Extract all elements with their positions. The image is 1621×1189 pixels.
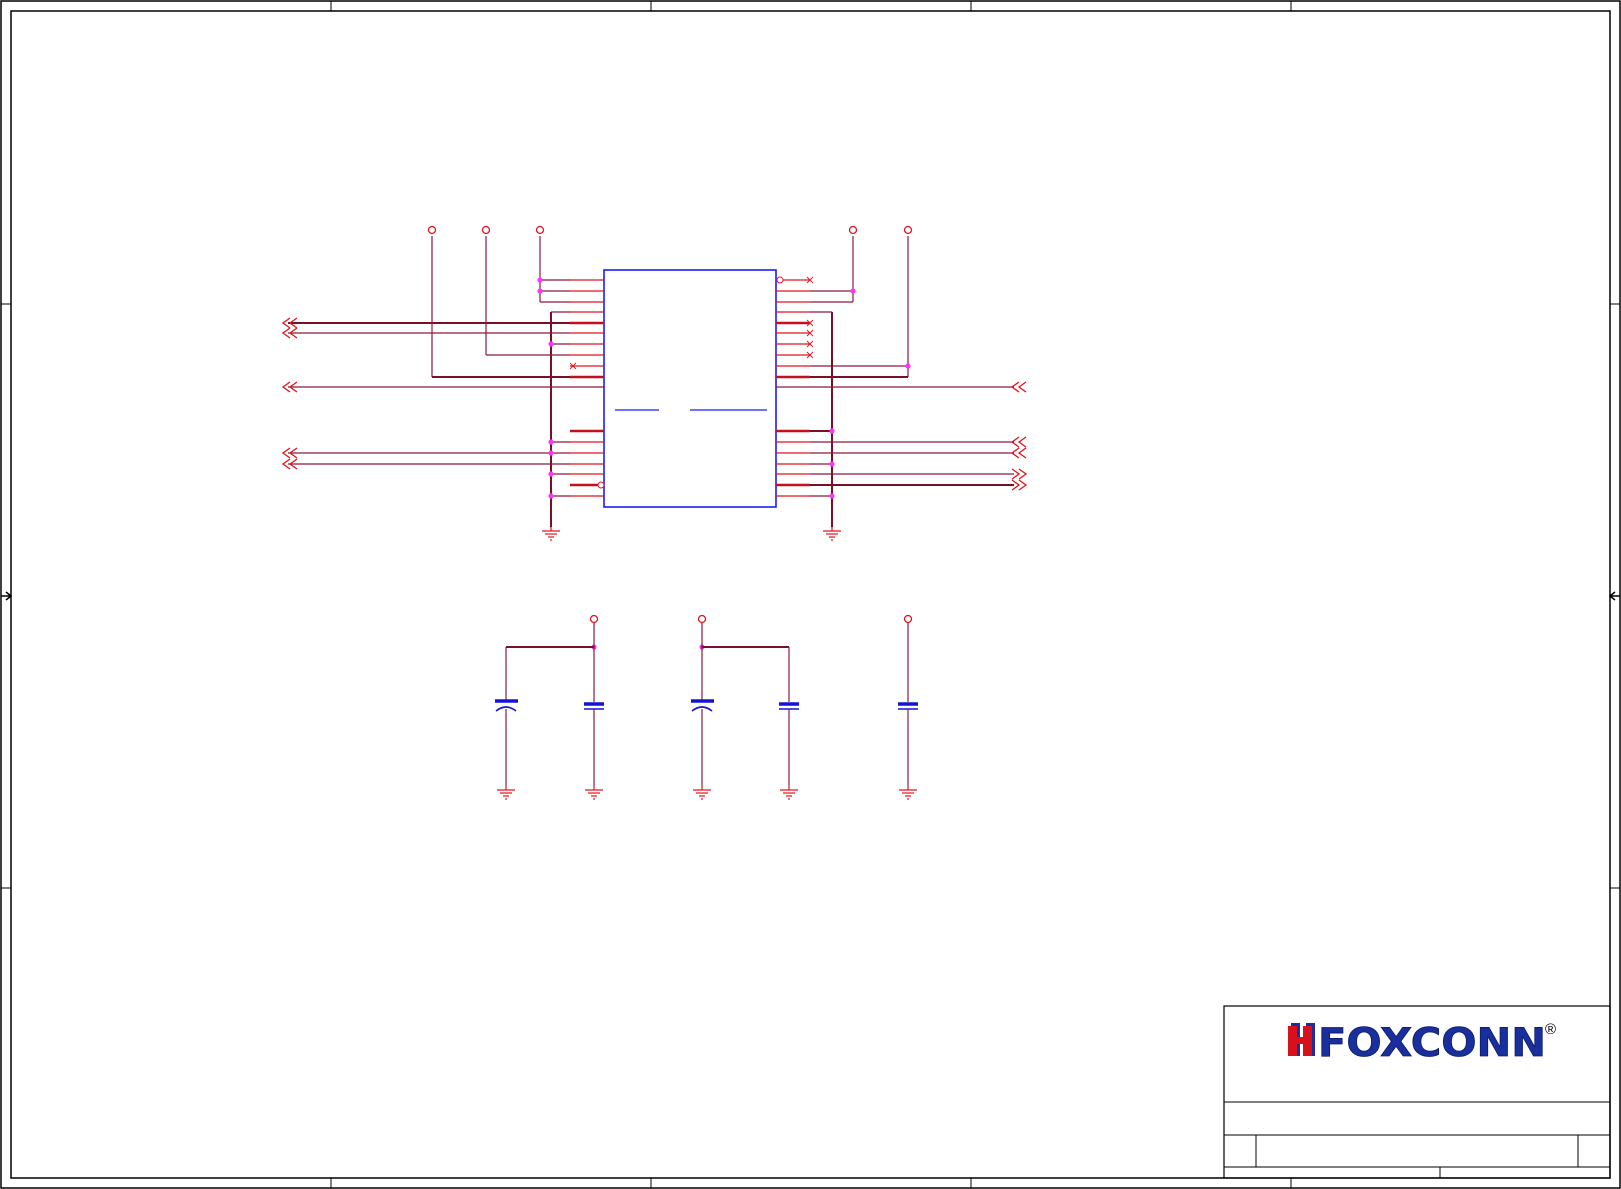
double-chevron-left-icon [1010,381,1027,393]
ground-icon [823,527,841,541]
double-chevron-left-icon [1010,436,1027,448]
foxconn-logo: FOXCONN ® [1288,1021,1556,1066]
ic-left-pins [570,279,604,497]
capacitor-icon [898,702,918,710]
open-circle-vcc-icon [535,225,545,235]
open-circle-vcc-icon [697,614,707,624]
capacitor-icon [584,702,604,710]
ground-icon [497,786,515,800]
open-circle-vcc-icon [903,614,913,624]
drawing-frame [0,0,1621,1189]
foxconn-h-mark-icon [1288,1023,1315,1056]
double-chevron-left-icon [1010,447,1027,459]
ground-icon [693,786,711,800]
brand-name: FOXCONN [1318,1021,1546,1066]
open-circle-vcc-icon [427,225,437,235]
ground-icon [585,786,603,800]
ground-icon [780,786,798,800]
open-circle-vcc-icon [903,225,913,235]
ic-pin1-marker [776,276,784,284]
power-symbols [427,225,913,624]
double-chevron-right-icon [1011,479,1028,491]
open-circle-vcc-icon [589,614,599,624]
right-wires [776,236,1014,527]
open-circle-vcc-icon [481,225,491,235]
capacitor-icon [779,702,799,710]
ic-active-low-marker [597,481,605,489]
ic-u-main [597,269,784,508]
double-chevron-right-icon [1011,468,1028,480]
open-circle-vcc-icon [848,225,858,235]
ic-body [603,269,777,508]
ground-symbols [497,527,917,800]
ground-icon [542,527,560,541]
decoupling-capacitors [495,623,918,786]
schematic-sheet: FOXCONN ® [0,0,1621,1189]
ic-right-pins [776,279,810,497]
left-wires [288,236,604,527]
registered-mark: ® [1545,1021,1556,1038]
ground-icon [899,786,917,800]
title-block: FOXCONN ® [1223,1005,1611,1179]
